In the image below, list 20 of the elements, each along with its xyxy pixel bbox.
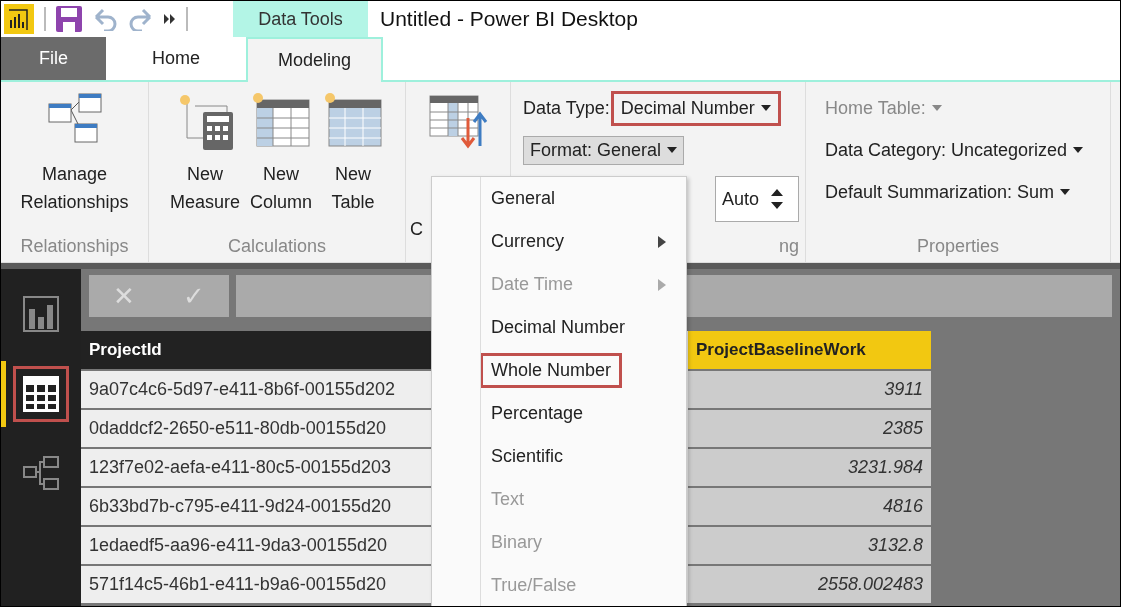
sort-by-column-label: C: [409, 219, 423, 240]
context-tab-label: Data Tools: [233, 1, 368, 37]
table-cell: 571f14c5-46b1-e411-b9a6-00155d20: [81, 566, 431, 603]
group-label: Relationships: [19, 234, 130, 258]
table-cell: 1edaedf5-aa96-e411-9da3-00155d20: [81, 527, 431, 564]
table-cell: 3911: [688, 371, 931, 408]
table-cell: 3231.984: [688, 449, 931, 486]
data-type-label: Data Type:: [523, 97, 610, 119]
table-cell: 2558.002483: [688, 566, 931, 603]
table-cell: 0daddcf2-2650-e511-80db-00155d20: [81, 410, 431, 447]
table-cell: 4816: [688, 488, 931, 525]
group-label: Properties: [915, 234, 1000, 258]
table-cell: 123f7e02-aefa-e411-80c5-00155d203: [81, 449, 431, 486]
table-cell: 9a07c4c6-5d97-e411-8b6f-00155d202: [81, 371, 431, 408]
table-cell: 2385: [688, 410, 931, 447]
window-title: Untitled - Power BI Desktop: [379, 6, 638, 32]
group-label: Calculations: [226, 234, 328, 258]
table-cell: 6b33bd7b-c795-e411-9d24-00155d20: [81, 488, 431, 525]
table-cell: 3132.8: [688, 527, 931, 564]
group-label: ng: [777, 234, 800, 258]
